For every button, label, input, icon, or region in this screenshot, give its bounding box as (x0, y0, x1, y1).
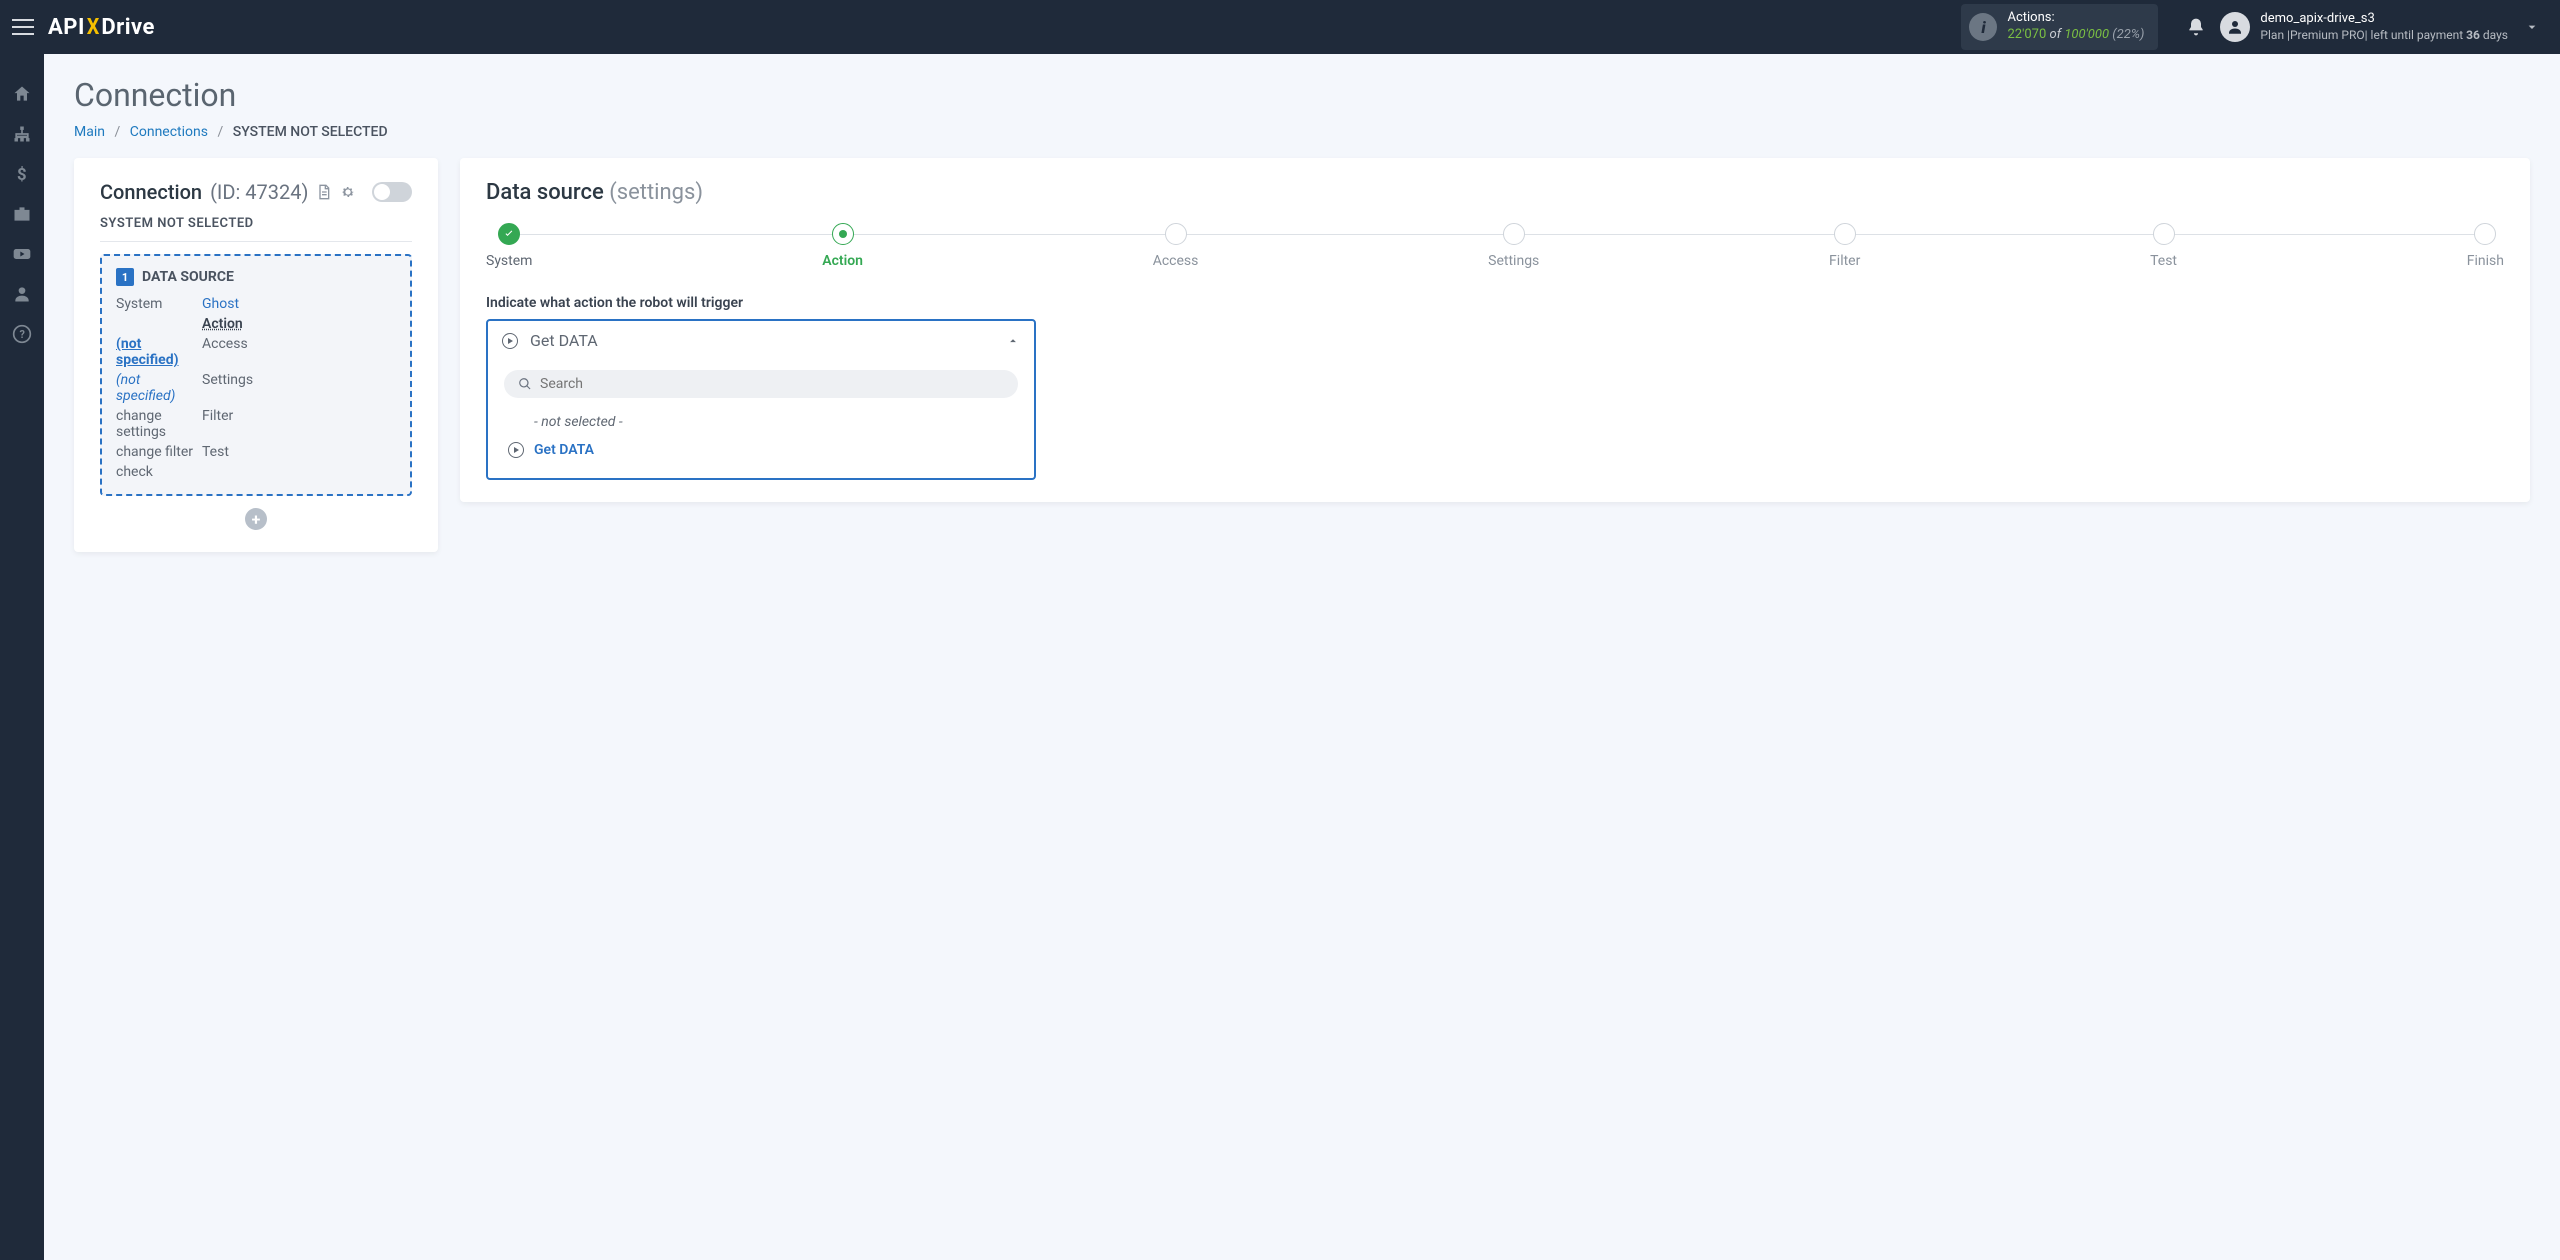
chevron-up-icon (1006, 334, 1020, 348)
row-settings-value[interactable]: change settings (116, 408, 202, 440)
row-test-key: Test (202, 444, 396, 460)
panel-heading-soft: (settings) (609, 180, 703, 205)
actions-percent: (22%) (2112, 27, 2144, 42)
breadcrumb: Main / Connections / SYSTEM NOT SELECTED (74, 124, 2530, 140)
actions-total: 100'000 (2064, 27, 2109, 42)
main-content: Connection Main / Connections / SYSTEM N… (44, 54, 2560, 1260)
step-action[interactable]: Action (822, 223, 863, 269)
actions-text: Actions: 22'070 of 100'000 (22%) (2007, 10, 2144, 44)
data-source-title: DATA SOURCE (142, 269, 234, 285)
row-access-value[interactable]: (not specified) (116, 372, 202, 404)
logo-text-post: Drive (101, 15, 155, 40)
add-step-button[interactable]: + (245, 508, 267, 530)
row-action-key: Action (202, 316, 396, 332)
step-finish[interactable]: Finish (2467, 223, 2504, 269)
data-source-box[interactable]: 1 DATA SOURCE System Ghost Action (not s… (100, 254, 412, 496)
file-icon[interactable] (316, 184, 332, 200)
top-header: APIXDrive i Actions: 22'070 of 100'000 (… (0, 0, 2560, 54)
wizard-stepper: System Action Access Settings Filter Tes… (486, 223, 2504, 269)
user-plan: Plan |Premium PRO| left until payment 36… (2260, 28, 2508, 44)
gear-icon[interactable] (340, 184, 356, 200)
step-system[interactable]: System (486, 223, 532, 269)
page-title: Connection (74, 76, 2530, 114)
bell-icon[interactable] (2186, 17, 2206, 37)
chevron-down-icon (2524, 19, 2540, 35)
breadcrumb-connections[interactable]: Connections (130, 124, 208, 140)
step-access[interactable]: Access (1153, 223, 1199, 269)
row-action-value[interactable]: (not specified) (116, 336, 202, 368)
left-sidebar: $ ? (0, 54, 44, 1260)
action-select-value: Get DATA (530, 331, 994, 350)
action-select-head[interactable]: Get DATA (488, 321, 1034, 360)
logo-x: X (87, 15, 100, 40)
actions-counter[interactable]: i Actions: 22'070 of 100'000 (22%) (1961, 4, 2158, 50)
actions-of: of (2050, 27, 2062, 42)
connection-toggle[interactable] (372, 182, 412, 202)
home-icon[interactable] (12, 84, 32, 104)
action-select[interactable]: Get DATA - not selected - Get DATA (486, 319, 1036, 480)
user-name: demo_apix-drive_s3 (2260, 11, 2508, 28)
search-icon (518, 377, 532, 391)
action-dropdown: - not selected - Get DATA (488, 360, 1034, 478)
breadcrumb-current: SYSTEM NOT SELECTED (233, 124, 388, 140)
row-test-value[interactable]: check (116, 464, 202, 480)
actions-label: Actions: (2007, 10, 2144, 27)
briefcase-icon[interactable] (12, 204, 32, 224)
youtube-icon[interactable] (12, 244, 32, 264)
step-filter[interactable]: Filter (1829, 223, 1860, 269)
action-prompt: Indicate what action the robot will trig… (486, 295, 2504, 311)
play-icon (508, 442, 524, 458)
play-icon (502, 333, 518, 349)
data-source-badge: 1 (116, 268, 134, 286)
action-search[interactable] (504, 370, 1018, 398)
row-filter-value[interactable]: change filter (116, 444, 202, 460)
step-settings[interactable]: Settings (1488, 223, 1539, 269)
help-icon[interactable]: ? (12, 324, 32, 344)
system-not-selected-label: SYSTEM NOT SELECTED (100, 216, 412, 242)
logo[interactable]: APIXDrive (48, 15, 155, 40)
sitemap-icon[interactable] (12, 124, 32, 144)
info-icon: i (1969, 13, 1997, 41)
panel-heading-strong: Data source (486, 180, 604, 205)
breadcrumb-main[interactable]: Main (74, 124, 105, 140)
logo-text-pre: API (48, 15, 85, 40)
connection-panel: Connection (ID: 47324) SYSTEM NOT SELECT… (74, 158, 438, 552)
connection-label: Connection (100, 180, 202, 204)
row-settings-key: Settings (202, 372, 396, 404)
row-system-value[interactable]: Ghost (202, 296, 396, 312)
option-get-data[interactable]: Get DATA (504, 436, 1018, 464)
svg-text:?: ? (20, 328, 25, 341)
row-system-key: System (116, 296, 202, 312)
dollar-icon[interactable]: $ (12, 164, 32, 184)
user-icon[interactable] (12, 284, 32, 304)
user-menu[interactable]: demo_apix-drive_s3 Plan |Premium PRO| le… (2220, 11, 2540, 43)
connection-id: (ID: 47324) (210, 180, 308, 204)
action-search-input[interactable] (540, 376, 1004, 392)
row-access-key: Access (202, 336, 396, 368)
svg-text:$: $ (17, 166, 27, 184)
option-not-selected[interactable]: - not selected - (504, 408, 1018, 436)
hamburger-icon[interactable] (12, 19, 34, 35)
row-filter-key: Filter (202, 408, 396, 440)
avatar-icon (2220, 12, 2250, 42)
data-source-settings-panel: Data source (settings) System Action Acc… (460, 158, 2530, 502)
actions-used: 22'070 (2007, 27, 2046, 42)
step-test[interactable]: Test (2150, 223, 2177, 269)
